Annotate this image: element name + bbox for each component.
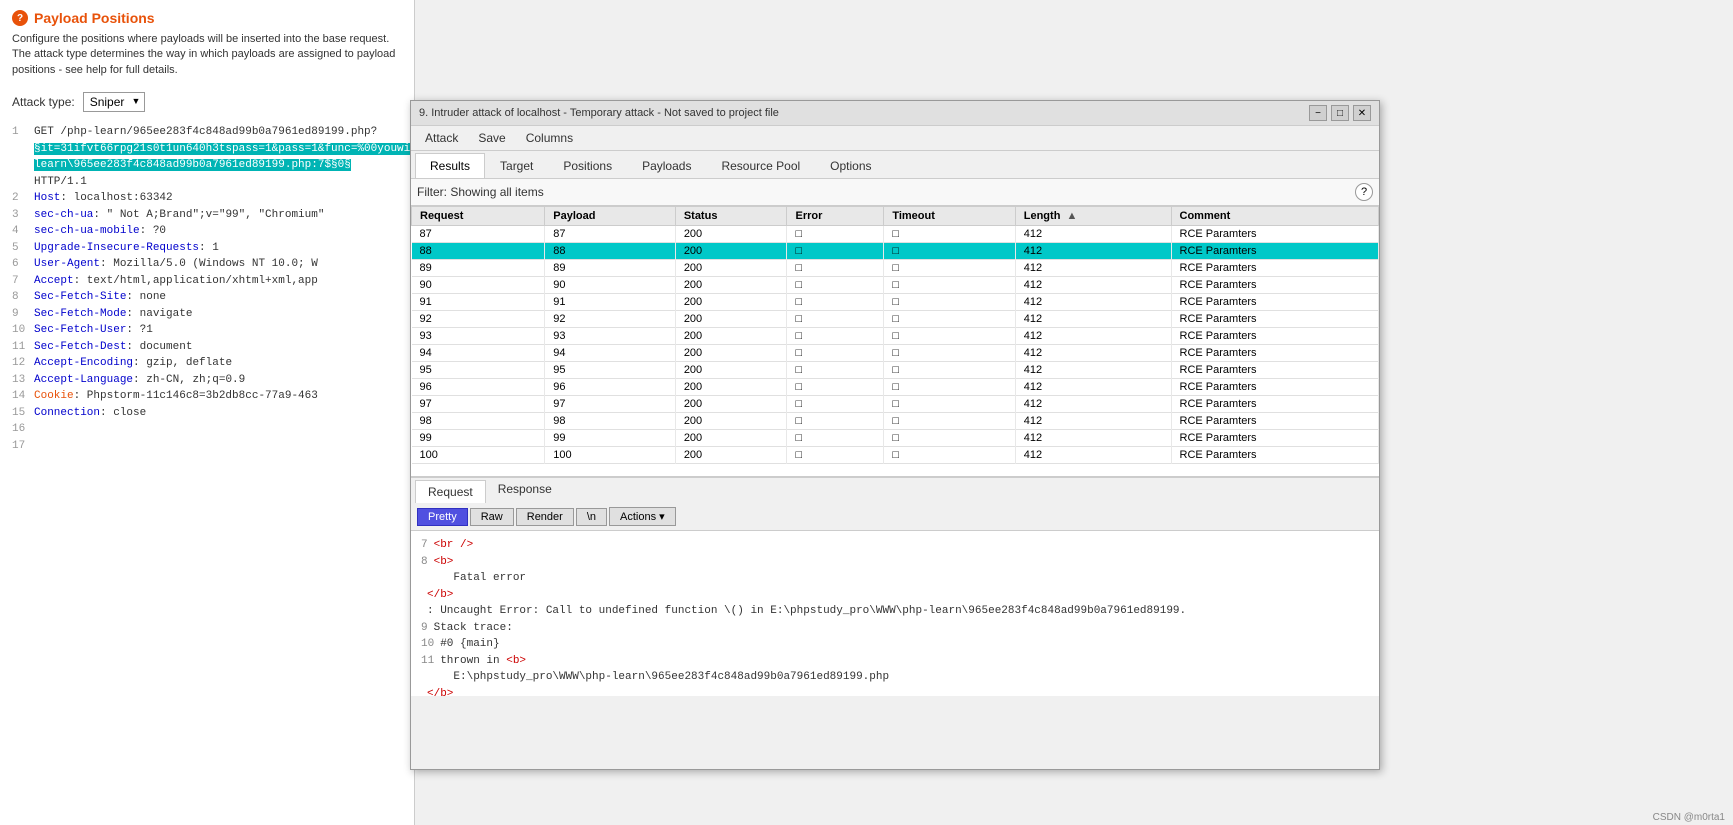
bottom-tab-response[interactable]: Response [486, 478, 564, 503]
tabs-bar: Results Target Positions Payloads Resour… [411, 151, 1379, 179]
tab-options[interactable]: Options [815, 153, 886, 178]
response-content: 7<br /> 8<b> Fatal error </b> : Uncaught… [411, 531, 1379, 696]
watermark: CSDN @m0rta1 [1653, 812, 1725, 823]
response-toolbar: Pretty Raw Render \n Actions ▾ [411, 503, 1379, 531]
table-row[interactable]: 8888200□□412RCE Paramters [412, 243, 1379, 260]
attack-type-label: Attack type: [12, 95, 75, 109]
raw-button[interactable]: Raw [470, 508, 514, 526]
filter-bar: Filter: Showing all items ? [411, 179, 1379, 206]
bottom-tabs: Request Response [411, 477, 1379, 503]
menu-bar: Attack Save Columns [411, 126, 1379, 151]
request-editor: 1 GET /php-learn/965ee283f4c848ad99b0a79… [0, 118, 414, 460]
req-line-13: 13 Accept-Language: zh-CN, zh;q=0.9 [12, 372, 402, 389]
tab-results[interactable]: Results [415, 153, 485, 178]
req-line-15: 15 Connection: close [12, 405, 402, 422]
menu-save[interactable]: Save [468, 128, 515, 148]
payload-positions-title: ? Payload Positions [0, 0, 414, 30]
pretty-button[interactable]: Pretty [417, 508, 468, 526]
table-row[interactable]: 9292200□□412RCE Paramters [412, 311, 1379, 328]
help-icon[interactable]: ? [12, 10, 28, 26]
col-error[interactable]: Error [787, 207, 884, 226]
col-request[interactable]: Request [412, 207, 545, 226]
req-line-7: 7 Accept: text/html,application/xhtml+xm… [12, 273, 402, 290]
bottom-panel: Request Response Pretty Raw Render \n Ac… [411, 476, 1379, 696]
actions-button[interactable]: Actions ▾ [609, 507, 676, 526]
req-line-8: 8 Sec-Fetch-Site: none [12, 289, 402, 306]
attack-type-row: Attack type: Sniper ▼ [0, 86, 414, 118]
col-length[interactable]: Length ▲ [1015, 207, 1171, 226]
payload-description: Configure the positions where payloads w… [0, 30, 414, 86]
resp-line-9: 9Stack trace: [421, 620, 1369, 637]
resp-line-8: 8<b> [421, 554, 1369, 571]
req-line-4: 4 sec-ch-ua-mobile: ?0 [12, 223, 402, 240]
tab-positions[interactable]: Positions [548, 153, 627, 178]
resp-line-7: 7<br /> [421, 537, 1369, 554]
req-line-3: 3 sec-ch-ua: " Not A;Brand";v="99", "Chr… [12, 207, 402, 224]
actions-dropdown-icon: ▾ [659, 510, 665, 523]
req-line-6: 6 User-Agent: Mozilla/5.0 (Windows NT 10… [12, 256, 402, 273]
tab-payloads[interactable]: Payloads [627, 153, 706, 178]
table-row[interactable]: 9696200□□412RCE Paramters [412, 379, 1379, 396]
req-line-9: 9 Sec-Fetch-Mode: navigate [12, 306, 402, 323]
req-line-12: 12 Accept-Encoding: gzip, deflate [12, 355, 402, 372]
req-line-17: 17 [12, 438, 402, 455]
resp-line-11: 11thrown in <b> [421, 653, 1369, 670]
table-row[interactable]: 8787200□□412RCE Paramters [412, 226, 1379, 243]
table-row[interactable]: 100100200□□412RCE Paramters [412, 447, 1379, 464]
window-titlebar: 9. Intruder attack of localhost - Tempor… [411, 101, 1379, 126]
filter-help-button[interactable]: ? [1355, 183, 1373, 201]
resp-line-path: E:\phpstudy_pro\WWW\php-learn\965ee283f4… [421, 669, 1369, 686]
render-button[interactable]: Render [516, 508, 574, 526]
table-row[interactable]: 9797200□□412RCE Paramters [412, 396, 1379, 413]
req-line-11: 11 Sec-Fetch-Dest: document [12, 339, 402, 356]
col-payload[interactable]: Payload [545, 207, 676, 226]
window-controls: − □ ✕ [1309, 105, 1371, 121]
filter-text: Filter: Showing all items [417, 185, 1349, 199]
tab-target[interactable]: Target [485, 153, 548, 178]
req-line-1: 1 GET /php-learn/965ee283f4c848ad99b0a79… [12, 124, 402, 174]
table-row[interactable]: 9494200□□412RCE Paramters [412, 345, 1379, 362]
intruder-window: 9. Intruder attack of localhost - Tempor… [410, 100, 1380, 770]
table-row[interactable]: 9999200□□412RCE Paramters [412, 430, 1379, 447]
tab-resource-pool[interactable]: Resource Pool [706, 153, 815, 178]
results-table[interactable]: Request Payload Status Error Timeout Len… [411, 206, 1379, 476]
req-line-14: 14 Cookie: Phpstorm-11c146c8=3b2db8cc-77… [12, 388, 402, 405]
col-timeout[interactable]: Timeout [884, 207, 1015, 226]
table-row[interactable]: 9595200□□412RCE Paramters [412, 362, 1379, 379]
table-row[interactable]: 8989200□□412RCE Paramters [412, 260, 1379, 277]
table-row[interactable]: 9191200□□412RCE Paramters [412, 294, 1379, 311]
resp-line-fatal: Fatal error [421, 570, 1369, 587]
resp-line-error: : Uncaught Error: Call to undefined func… [421, 603, 1369, 620]
col-comment[interactable]: Comment [1171, 207, 1378, 226]
resp-line-closeb2: </b> [421, 686, 1369, 697]
table-row[interactable]: 9393200□□412RCE Paramters [412, 328, 1379, 345]
dropdown-arrow-icon: ▼ [131, 96, 140, 106]
table-row[interactable]: 9090200□□412RCE Paramters [412, 277, 1379, 294]
col-status[interactable]: Status [675, 207, 787, 226]
maximize-button[interactable]: □ [1331, 105, 1349, 121]
resp-line-10: 10#0 {main} [421, 636, 1369, 653]
resp-line-closeb: </b> [421, 587, 1369, 604]
table-header-row: Request Payload Status Error Timeout Len… [412, 207, 1379, 226]
req-line-10: 10 Sec-Fetch-User: ?1 [12, 322, 402, 339]
attack-type-select[interactable]: Sniper ▼ [83, 92, 146, 112]
bottom-tab-request[interactable]: Request [415, 480, 486, 503]
menu-columns[interactable]: Columns [516, 128, 583, 148]
newline-button[interactable]: \n [576, 508, 607, 526]
req-line-1b: HTTP/1.1 [12, 174, 402, 191]
req-line-2: 2 Host: localhost:63342 [12, 190, 402, 207]
menu-attack[interactable]: Attack [415, 128, 468, 148]
close-button[interactable]: ✕ [1353, 105, 1371, 121]
table-row[interactable]: 9898200□□412RCE Paramters [412, 413, 1379, 430]
req-line-16: 16 [12, 421, 402, 438]
minimize-button[interactable]: − [1309, 105, 1327, 121]
req-line-5: 5 Upgrade-Insecure-Requests: 1 [12, 240, 402, 257]
window-title: 9. Intruder attack of localhost - Tempor… [419, 107, 779, 119]
left-panel: ? Payload Positions Configure the positi… [0, 0, 415, 825]
